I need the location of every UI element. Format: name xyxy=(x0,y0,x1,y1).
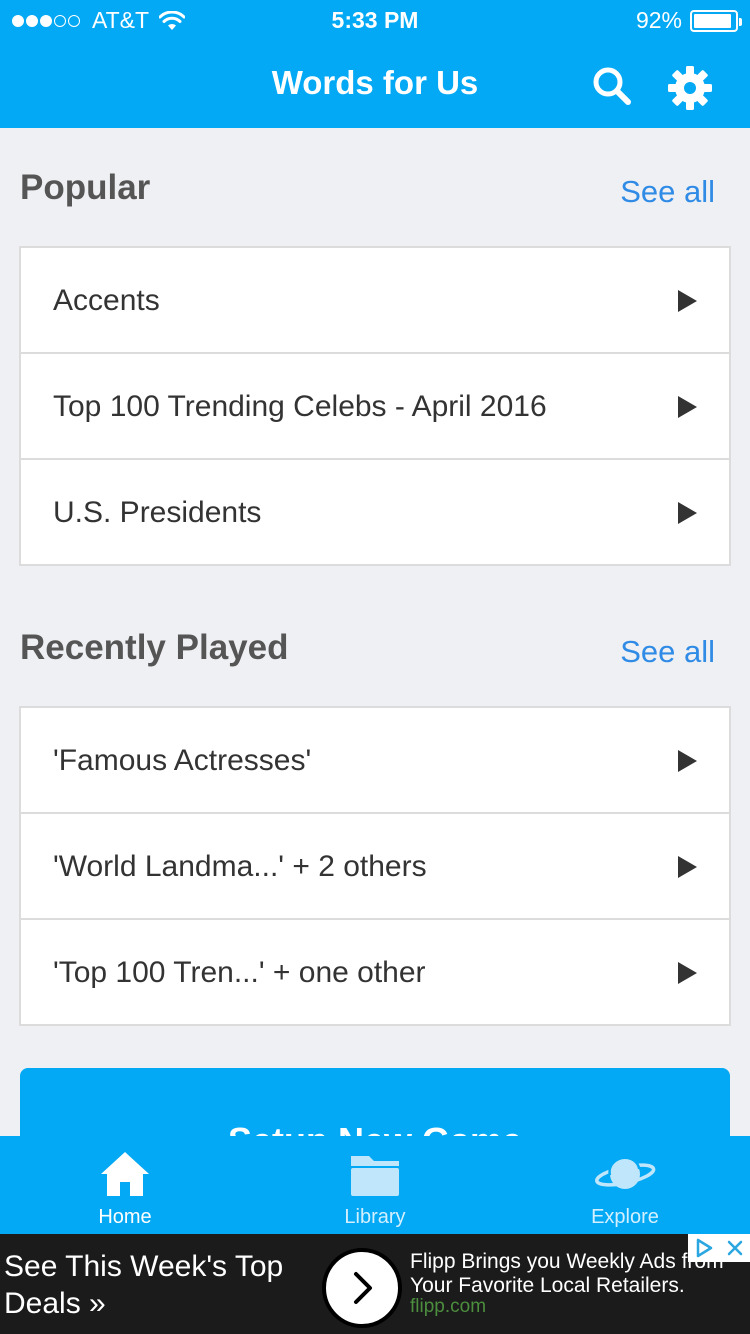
recent-section-header: Recently Played See all xyxy=(20,628,730,678)
chevron-right-icon[interactable] xyxy=(322,1248,402,1328)
see-all-popular-link[interactable]: See all xyxy=(620,174,715,210)
list-item-label: Top 100 Trending Celebs - April 2016 xyxy=(53,390,547,423)
play-icon xyxy=(678,750,697,772)
tab-bar: Home Library Explore xyxy=(0,1136,750,1234)
play-icon xyxy=(678,962,697,984)
tab-home[interactable]: Home xyxy=(0,1136,250,1234)
play-icon xyxy=(678,290,697,312)
close-icon[interactable] xyxy=(719,1234,750,1262)
battery-icon xyxy=(690,9,742,32)
tab-explore[interactable]: Explore xyxy=(500,1136,750,1234)
ad-banner[interactable]: See This Week's Top Deals » Flipp Brings… xyxy=(0,1234,750,1334)
gear-icon[interactable] xyxy=(666,64,714,112)
nav-bar: Words for Us xyxy=(0,40,750,128)
section-title: Recently Played xyxy=(20,628,289,667)
list-item-label: 'World Landma...' + 2 others xyxy=(53,850,427,883)
list-item-label: 'Top 100 Tren...' + one other xyxy=(53,956,426,989)
recent-list: 'Famous Actresses' 'World Landma...' + 2… xyxy=(19,706,731,1026)
ad-body-line: Your Favorite Local Retailers. xyxy=(410,1274,685,1297)
status-right: 92% xyxy=(635,7,742,34)
folder-icon xyxy=(343,1150,407,1198)
list-item-label: 'Famous Actresses' xyxy=(53,744,312,777)
ad-choices-icon[interactable] xyxy=(688,1234,719,1262)
ad-headline[interactable]: See This Week's Top Deals » xyxy=(4,1248,314,1322)
section-title: Popular xyxy=(20,168,151,207)
play-icon xyxy=(678,396,697,418)
ad-choices[interactable] xyxy=(688,1234,750,1262)
page-title: Words for Us xyxy=(271,64,479,101)
list-item[interactable]: Top 100 Trending Celebs - April 2016 xyxy=(21,354,729,460)
list-item[interactable]: Accents xyxy=(21,248,729,354)
tab-label: Explore xyxy=(591,1206,659,1228)
popular-section-header: Popular See all xyxy=(20,168,730,218)
search-icon[interactable] xyxy=(590,64,634,108)
tab-label: Library xyxy=(344,1206,406,1228)
list-item[interactable]: 'Top 100 Tren...' + one other xyxy=(21,920,729,1024)
list-item-label: U.S. Presidents xyxy=(53,496,262,529)
list-item[interactable]: U.S. Presidents xyxy=(21,460,729,564)
tab-label: Home xyxy=(98,1206,152,1228)
tab-library[interactable]: Library xyxy=(250,1136,500,1234)
list-item[interactable]: 'World Landma...' + 2 others xyxy=(21,814,729,920)
list-item[interactable]: 'Famous Actresses' xyxy=(21,708,729,814)
play-icon xyxy=(678,502,697,524)
ad-domain: flipp.com xyxy=(410,1296,487,1317)
list-item-label: Accents xyxy=(53,284,160,317)
battery-percent: 92% xyxy=(635,7,682,33)
see-all-recent-link[interactable]: See all xyxy=(620,634,715,670)
planet-icon xyxy=(593,1150,657,1198)
popular-list: Accents Top 100 Trending Celebs - April … xyxy=(19,246,731,566)
play-icon xyxy=(678,856,697,878)
status-bar: AT&T 5:33 PM 92% xyxy=(0,0,750,40)
home-icon xyxy=(93,1150,157,1198)
